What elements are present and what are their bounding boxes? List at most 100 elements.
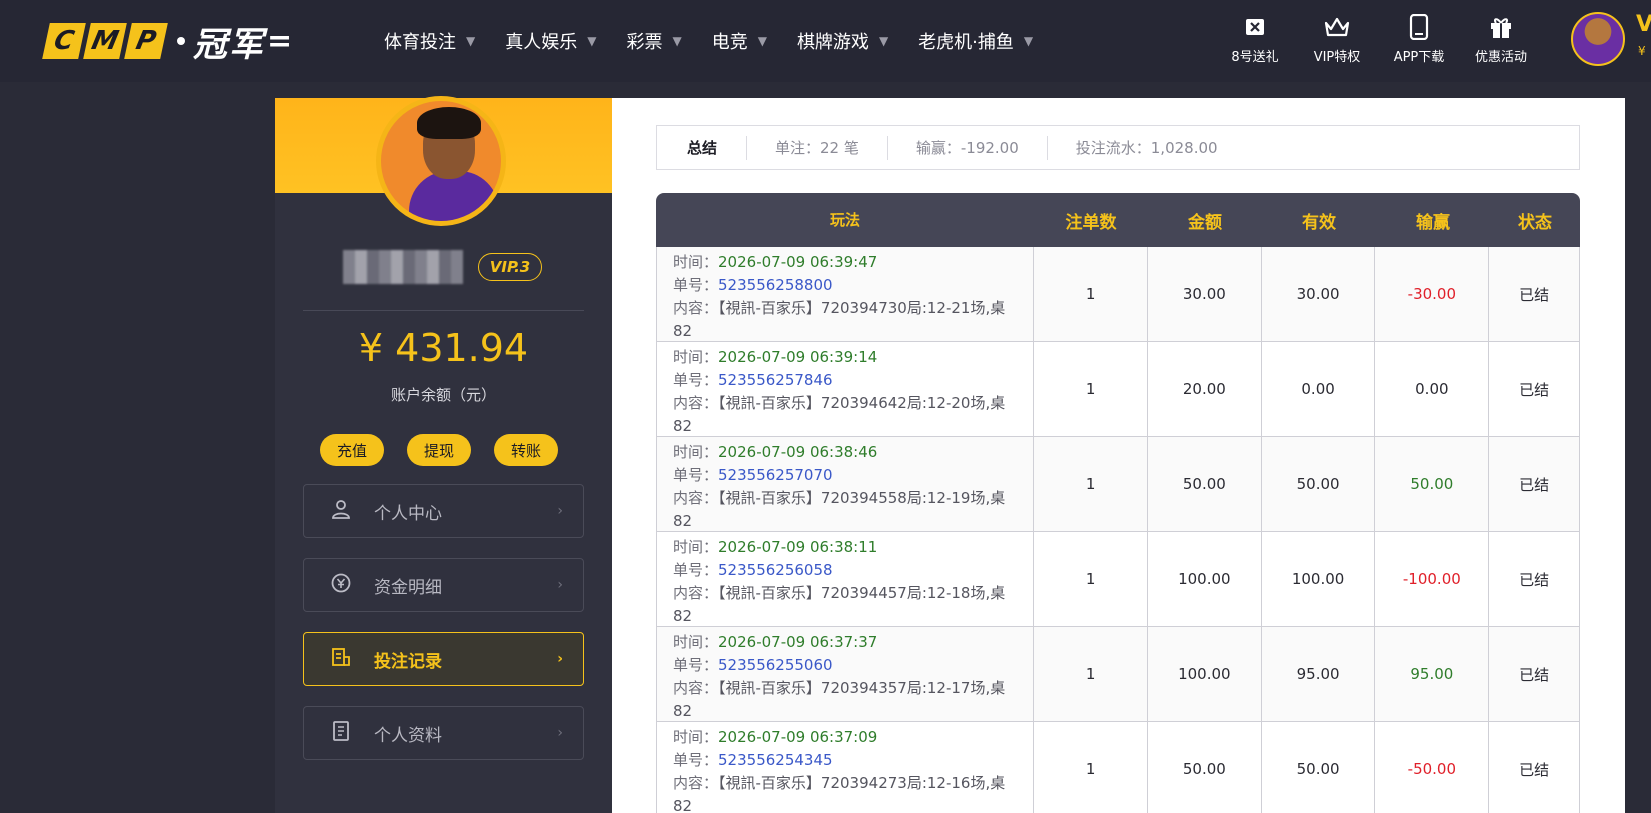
valid-cell: 30.00	[1262, 247, 1376, 341]
bet-order-link[interactable]: 523556257846	[718, 371, 833, 389]
valid-cell: 0.00	[1262, 342, 1376, 436]
bet-order-link[interactable]: 523556258800	[718, 276, 833, 294]
user-icon	[326, 499, 356, 524]
sidebar-item-bet-records[interactable]: 投注记录 ›	[303, 632, 584, 686]
sidebar-item-label: 投注记录	[374, 651, 442, 672]
avatar-figure-hair	[417, 107, 481, 139]
bet-time-line: 时间：2026-07-09 06:37:09	[673, 726, 877, 749]
play-details-cell: 时间：2026-07-09 06:39:47 单号：523556258800 内容：…	[657, 247, 1035, 343]
bet-content-line: 内容：【視訊-百家乐】720394642局:12-20场,桌82	[673, 392, 1023, 438]
tool-vip[interactable]: VIP特权	[1296, 12, 1378, 65]
bet-order-line: 单号：523556255060	[673, 654, 833, 677]
bet-order-line: 单号：523556256058	[673, 559, 833, 582]
nav-label: 体育投注	[384, 32, 456, 53]
amount-cell: 50.00	[1148, 437, 1262, 531]
bet-content-line: 内容：【視訊-百家乐】720394730局:12-21场,桌82	[673, 297, 1023, 343]
withdraw-button[interactable]: 提现	[407, 434, 471, 466]
bet-count-cell: 1	[1034, 627, 1148, 721]
tool-promotions[interactable]: 优惠活动	[1460, 12, 1542, 65]
bet-order-line: 单号：523556257846	[673, 369, 833, 392]
nav-live-casino[interactable]: 真人娱乐 ▼	[505, 28, 596, 54]
bet-count-cell: 1	[1034, 342, 1148, 436]
bet-records-table: 玩法 注单数 金额 有效 输赢 状态 时间：2026-07-09 06:39:4…	[656, 193, 1580, 813]
amount-cell: 100.00	[1148, 627, 1262, 721]
status-cell: 已结	[1519, 760, 1550, 779]
nav-esports[interactable]: 电竞 ▼	[712, 28, 767, 54]
order-label: 单号：	[673, 371, 719, 389]
header-play-type: 玩法	[829, 210, 860, 229]
nav-lottery[interactable]: 彩票 ▼	[626, 28, 681, 54]
tool-label: 8号送礼	[1231, 50, 1279, 65]
content-label: 内容：	[673, 394, 719, 412]
bet-order-link[interactable]: 523556257070	[718, 466, 833, 484]
order-label: 单号：	[673, 656, 719, 674]
status-cell: 已结	[1519, 475, 1550, 494]
gift-box-icon	[1243, 12, 1267, 42]
status-cell: 已结	[1519, 570, 1550, 589]
time-label: 时间：	[673, 538, 719, 556]
logo-chinese-text: 冠军	[193, 24, 265, 65]
table-row: 时间：2026-07-09 06:37:37 单号：523556255060 内容：…	[656, 627, 1580, 722]
tool-gift[interactable]: 8号送礼	[1214, 12, 1296, 65]
tool-label: VIP特权	[1313, 50, 1361, 65]
chevron-down-icon: ▼	[587, 34, 597, 48]
amount-cell: 20.00	[1148, 342, 1262, 436]
account-balance: ¥ 431.94	[358, 326, 529, 370]
nav-slots-fishing[interactable]: 老虎机·捕鱼 ▼	[918, 28, 1033, 54]
time-label: 时间：	[673, 728, 719, 746]
time-label: 时间：	[673, 253, 719, 271]
sidebar-item-personal-center[interactable]: 个人中心 ›	[303, 484, 584, 538]
username-redacted	[343, 250, 463, 284]
chevron-down-icon: ▼	[757, 34, 767, 48]
vip-badge: VIP.3	[478, 253, 542, 281]
phone-icon	[1409, 12, 1429, 42]
nav-label: 棋牌游戏	[796, 32, 869, 53]
nav-label: 真人娱乐	[505, 32, 578, 53]
tool-label: APP下载	[1393, 50, 1445, 65]
yuan-cycle-icon	[326, 572, 356, 599]
order-label: 单号：	[673, 561, 719, 579]
order-label: 单号：	[673, 466, 719, 484]
bet-count-cell: 1	[1034, 247, 1148, 341]
valid-cell: 95.00	[1262, 627, 1376, 721]
nav-label: 老虎机·捕鱼	[918, 32, 1014, 53]
win-loss-cell: -30.00	[1375, 247, 1490, 341]
summary-title: 总结	[687, 139, 718, 157]
play-details-cell: 时间：2026-07-09 06:37:37 单号：523556255060 内容：…	[657, 627, 1035, 721]
nav-sports[interactable]: 体育投注 ▼	[384, 28, 475, 54]
deposit-button[interactable]: 充值	[320, 434, 384, 466]
header-win-loss: 输赢	[1416, 212, 1450, 233]
chevron-down-icon: ▼	[878, 34, 889, 48]
bet-count-cell: 1	[1034, 437, 1148, 531]
bet-time-line: 时间：2026-07-09 06:39:47	[673, 251, 877, 274]
logo-letter-m: M	[83, 23, 127, 59]
bet-content: 【視訊-百家乐】720394357局:12-17场,桌82	[673, 679, 1006, 720]
bet-content-line: 内容：【視訊-百家乐】720394457局:12-18场,桌82	[673, 582, 1023, 628]
sidebar-item-fund-details[interactable]: 资金明细 ›	[303, 558, 584, 612]
user-avatar[interactable]	[1571, 12, 1625, 66]
bet-order-line: 单号：523556254345	[673, 749, 833, 772]
nav-card-games[interactable]: 棋牌游戏 ▼	[797, 28, 888, 54]
chevron-right-icon: ›	[557, 503, 563, 519]
sidebar-item-label: 个人中心	[374, 503, 442, 524]
bet-time: 2026-07-09 06:39:14	[718, 348, 878, 366]
content-label: 内容：	[673, 489, 719, 507]
bet-order-link[interactable]: 523556254345	[718, 751, 833, 769]
header-amount: 金额	[1188, 212, 1222, 233]
tool-app-download[interactable]: APP下载	[1378, 12, 1460, 65]
transfer-button[interactable]: 转账	[494, 434, 558, 466]
bet-order-line: 单号：523556257070	[673, 464, 833, 487]
bet-content: 【視訊-百家乐】720394730局:12-21场,桌82	[673, 299, 1006, 340]
table-body: 时间：2026-07-09 06:39:47 单号：523556258800 内容：…	[656, 247, 1580, 813]
content-label: 内容：	[673, 299, 719, 317]
bet-order-link[interactable]: 523556255060	[718, 656, 833, 674]
bet-order-link[interactable]: 523556256058	[718, 561, 833, 579]
play-details-cell: 时间：2026-07-09 06:38:11 单号：523556256058 内容：…	[657, 532, 1035, 628]
bet-summary-bar: 总结 单注：22 笔 输赢：-192.00 投注流水：1,028.00	[656, 125, 1580, 170]
bet-content: 【視訊-百家乐】720394558局:12-19场,桌82	[673, 489, 1006, 530]
site-logo[interactable]: C M P 冠军 =	[42, 21, 292, 65]
sidebar-item-profile[interactable]: 个人资料 ›	[303, 706, 584, 760]
time-label: 时间：	[673, 633, 719, 651]
order-label: 单号：	[673, 276, 719, 294]
table-row: 时间：2026-07-09 06:38:46 单号：523556257070 内容：…	[656, 437, 1580, 532]
